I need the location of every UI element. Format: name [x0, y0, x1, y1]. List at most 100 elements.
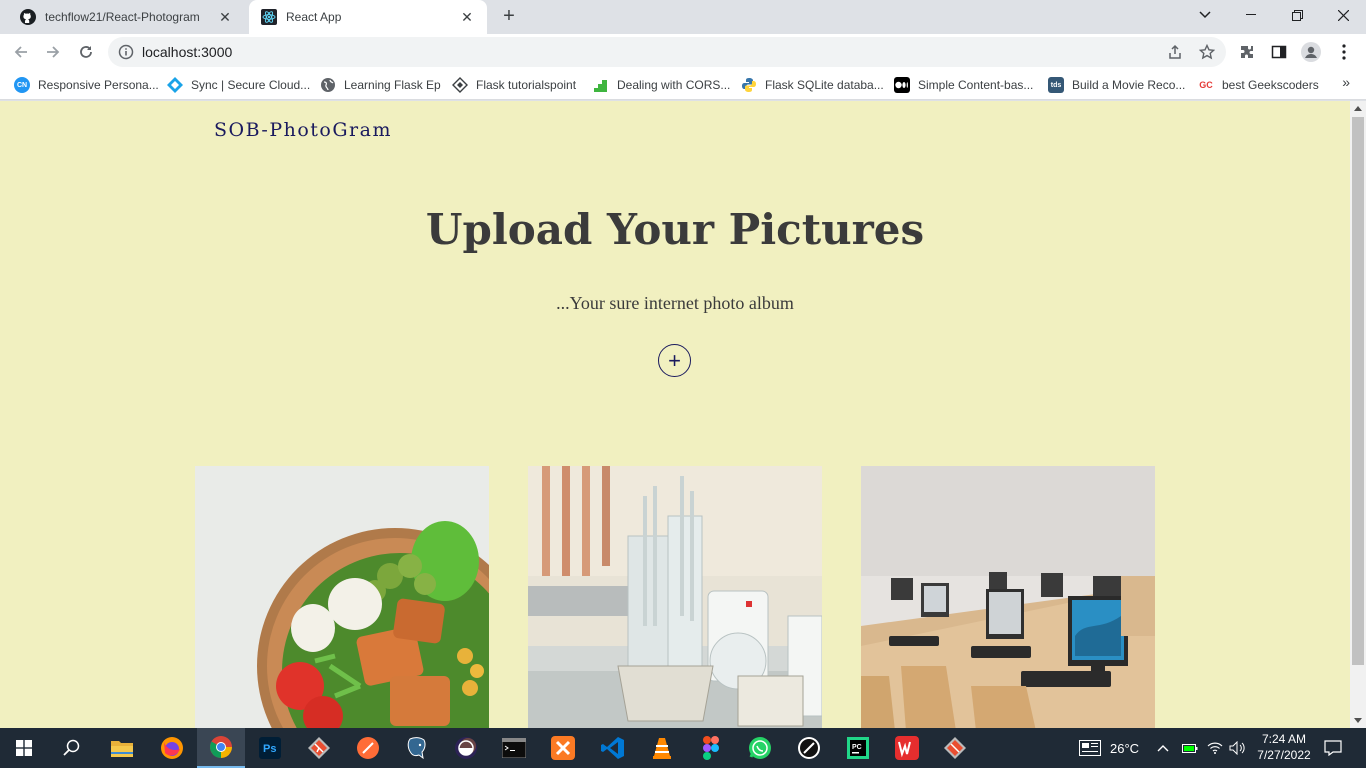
- bookmark-item[interactable]: Flask tutorialspoint: [452, 76, 576, 94]
- firefox-icon[interactable]: [148, 728, 196, 768]
- windows-taskbar: Ps PC 26°C 7:24 AM 7/27/2022: [0, 728, 1366, 768]
- git-icon[interactable]: [295, 728, 343, 768]
- side-panel-icon[interactable]: [1269, 42, 1289, 62]
- vlc-icon[interactable]: [638, 728, 686, 768]
- battery-icon[interactable]: [1182, 728, 1198, 768]
- scrollbar-thumb[interactable]: [1352, 117, 1364, 665]
- vertical-scrollbar[interactable]: [1350, 101, 1366, 728]
- address-bar[interactable]: localhost:3000: [108, 37, 1226, 67]
- terminal-icon[interactable]: [490, 728, 538, 768]
- vscode-icon[interactable]: [589, 728, 637, 768]
- scroll-up-icon[interactable]: [1354, 106, 1362, 111]
- whatsapp-icon[interactable]: [736, 728, 784, 768]
- more-bookmarks-icon[interactable]: »: [1342, 74, 1350, 90]
- tab-github[interactable]: techflow21/React-Photogram ✕: [8, 0, 245, 34]
- share-icon[interactable]: [1166, 43, 1184, 61]
- inkscape-icon[interactable]: [785, 728, 833, 768]
- file-explorer-icon[interactable]: [98, 728, 146, 768]
- bookmark-item[interactable]: Learning Flask Ep: [320, 76, 441, 94]
- scroll-down-icon[interactable]: [1354, 718, 1362, 723]
- bookmark-item[interactable]: Simple Content-bas...: [894, 76, 1033, 94]
- bookmark-star-icon[interactable]: [1198, 43, 1216, 61]
- globe-icon: [320, 77, 336, 93]
- page-viewport: SOB-PhotoGram Upload Your Pictures ...Yo…: [0, 101, 1350, 728]
- eclipse-icon[interactable]: [442, 728, 490, 768]
- svg-text:Ps: Ps: [263, 743, 276, 755]
- figma-icon[interactable]: [687, 728, 735, 768]
- lab-glassware-image: [528, 466, 822, 728]
- svg-text:PC: PC: [852, 744, 862, 751]
- weather-temp: 26°C: [1110, 740, 1140, 756]
- wps-icon[interactable]: [883, 728, 931, 768]
- reload-icon[interactable]: [73, 39, 99, 65]
- notifications-icon[interactable]: [1324, 728, 1342, 768]
- menu-dots-icon[interactable]: [1334, 42, 1354, 62]
- page-subtitle: ...Your sure internet photo album: [556, 293, 794, 313]
- bookmark-item[interactable]: GC best Geekscoders: [1198, 76, 1318, 94]
- brand-logo[interactable]: SOB-PhotoGram: [214, 119, 392, 141]
- back-icon[interactable]: [8, 39, 34, 65]
- url-text: localhost:3000: [142, 44, 233, 60]
- photo-card[interactable]: [861, 466, 1155, 728]
- sync-icon: [167, 77, 183, 93]
- restore-icon[interactable]: [1274, 0, 1320, 30]
- postgres-icon[interactable]: [393, 728, 441, 768]
- postman-icon[interactable]: [344, 728, 392, 768]
- bookmark-label: Flask tutorialspoint: [476, 78, 577, 92]
- tds-icon: tds: [1048, 77, 1064, 93]
- bookmarks-bar: CN Responsive Persona... Sync | Secure C…: [0, 70, 1366, 100]
- pycharm-icon[interactable]: PC: [834, 728, 882, 768]
- search-icon[interactable]: [48, 728, 96, 768]
- start-icon[interactable]: [0, 728, 48, 768]
- volume-icon[interactable]: [1229, 728, 1245, 768]
- upload-button[interactable]: +: [658, 344, 691, 377]
- photoshop-icon[interactable]: Ps: [246, 728, 294, 768]
- tab-react-app[interactable]: React App ✕: [249, 0, 487, 34]
- extensions-icon[interactable]: [1237, 42, 1257, 62]
- cn-icon: CN: [14, 77, 30, 93]
- gc-icon: GC: [1199, 80, 1213, 90]
- page-title: Upload Your Pictures: [425, 205, 925, 254]
- computer-lab-image: [861, 466, 1155, 728]
- stairs-icon: [593, 77, 609, 93]
- react-icon: [261, 9, 277, 25]
- minimize-icon[interactable]: [1228, 0, 1274, 30]
- chrome-icon[interactable]: [197, 728, 245, 768]
- bookmark-label: Build a Movie Reco...: [1072, 78, 1186, 92]
- clock-time: 7:24 AM: [1261, 732, 1307, 746]
- git-gui-icon[interactable]: [931, 728, 979, 768]
- tab-search-icon[interactable]: [1182, 0, 1228, 30]
- bookmark-item[interactable]: Sync | Secure Cloud...: [167, 76, 310, 94]
- weather-widget[interactable]: 26°C: [1079, 728, 1139, 768]
- tab-strip: techflow21/React-Photogram ✕ React App ✕…: [0, 0, 1366, 34]
- github-icon: [20, 9, 36, 25]
- browser-toolbar: localhost:3000: [0, 34, 1366, 70]
- xampp-icon[interactable]: [539, 728, 587, 768]
- close-tab-icon[interactable]: ✕: [459, 9, 475, 25]
- wifi-icon[interactable]: [1207, 728, 1223, 768]
- bookmark-label: Simple Content-bas...: [918, 78, 1034, 92]
- tab-title: techflow21/React-Photogram: [45, 10, 200, 24]
- bookmark-item[interactable]: Flask SQLite databa...: [741, 76, 884, 94]
- bookmark-label: Flask SQLite databa...: [765, 78, 884, 92]
- bookmark-item[interactable]: tds Build a Movie Reco...: [1048, 76, 1185, 94]
- bookmark-item[interactable]: Dealing with CORS...: [593, 76, 730, 94]
- close-window-icon[interactable]: [1320, 0, 1366, 30]
- system-clock[interactable]: 7:24 AM 7/27/2022: [1250, 731, 1318, 763]
- new-tab-button[interactable]: +: [498, 6, 520, 28]
- photo-card[interactable]: [195, 466, 489, 728]
- bookmark-item[interactable]: CN Responsive Persona...: [14, 76, 159, 94]
- forward-icon[interactable]: [40, 39, 66, 65]
- close-tab-icon[interactable]: ✕: [217, 9, 233, 25]
- bookmark-label: Learning Flask Ep: [344, 78, 441, 92]
- site-info-icon[interactable]: [118, 44, 134, 60]
- clock-date: 7/27/2022: [1257, 748, 1311, 762]
- photo-card[interactable]: [528, 466, 822, 728]
- python-icon: [741, 77, 757, 93]
- medium-icon: [894, 77, 910, 93]
- news-icon: [1079, 740, 1101, 756]
- profile-avatar-icon[interactable]: [1301, 42, 1321, 62]
- bookmark-label: Dealing with CORS...: [617, 78, 731, 92]
- show-hidden-icons-icon[interactable]: [1157, 728, 1169, 768]
- salad-bowl-image: [195, 466, 489, 728]
